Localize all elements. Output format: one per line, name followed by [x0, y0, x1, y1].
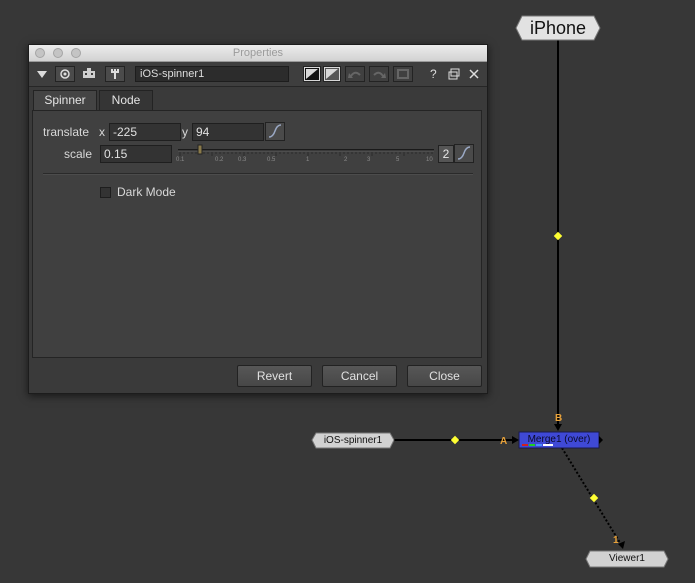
scale-label: scale [64, 147, 93, 161]
pipe-dot[interactable] [450, 435, 460, 445]
scale-input[interactable]: 0.15 [100, 145, 172, 163]
close-icon[interactable] [468, 66, 480, 86]
input-b-label: B [555, 413, 563, 424]
node-iphone[interactable] [515, 15, 601, 41]
node-name-input[interactable]: iOS-spinner1 [135, 66, 289, 82]
title-bar[interactable]: Properties [29, 45, 487, 62]
slider-tick-label: 0.5 [267, 157, 276, 163]
pipe-arrow-viewer [618, 541, 625, 549]
curve-icon[interactable] [265, 122, 285, 141]
triangle-down-icon[interactable] [36, 66, 48, 86]
mask-input-arrow[interactable] [599, 436, 603, 444]
curve-icon[interactable] [454, 144, 474, 163]
color-swatch-icon[interactable] [303, 66, 321, 82]
properties-panel: Properties iOS-spinner1 ? Spinner Node t… [28, 44, 488, 394]
robot-icon[interactable] [81, 66, 97, 86]
help-icon[interactable]: ? [430, 66, 437, 82]
color-swatch-icon[interactable] [323, 66, 341, 82]
translate-label: translate [43, 125, 90, 139]
section-divider [43, 173, 473, 175]
node-viewer[interactable] [585, 550, 669, 568]
translate-y-input[interactable]: 94 [192, 123, 264, 141]
slider-tick-label: 0.2 [215, 157, 224, 163]
merge-channel-green [529, 444, 535, 446]
properties-toolbar: iOS-spinner1 ? [29, 62, 487, 87]
pipe-arrow-a [512, 436, 519, 444]
scale-slider[interactable]: 0.1 0.2 0.3 0.5 1 2 3 5 10 [176, 144, 434, 164]
slider-tick-label: 1 [306, 157, 310, 163]
dark-mode-label[interactable]: Dark Mode [117, 183, 176, 201]
input-a-label: A [500, 436, 508, 447]
dark-mode-checkbox[interactable] [100, 187, 111, 198]
slider-ticks [179, 152, 433, 156]
scale-slider-handle[interactable] [197, 144, 203, 155]
slider-tick-label: 0.1 [176, 157, 185, 163]
pipe-dot[interactable] [553, 231, 563, 241]
reset-icon[interactable] [393, 66, 413, 82]
viewer-input-label: 1 [613, 535, 619, 546]
translate-x-input[interactable]: -225 [109, 123, 181, 141]
tab-spinner[interactable]: Spinner [33, 90, 97, 110]
slider-tick-label: 5 [396, 157, 400, 163]
tab-node[interactable]: Node [99, 90, 153, 110]
window-title: Properties [232, 47, 284, 59]
merge-channel-blue [536, 444, 542, 446]
redo-icon[interactable] [369, 66, 389, 82]
node-ios-spinner[interactable] [311, 432, 395, 449]
close-button[interactable]: Close [407, 365, 482, 387]
circle-dot-icon[interactable] [55, 66, 75, 82]
translate-y-label: y [182, 125, 188, 139]
pipe-arrow-b [554, 424, 562, 431]
cancel-button[interactable]: Cancel [322, 365, 397, 387]
slider-tick-label: 10 [426, 157, 433, 163]
slider-tick-label: 2 [344, 157, 348, 163]
translate-x-label: x [99, 125, 105, 139]
slider-tick-label: 0.3 [238, 157, 247, 163]
wrench-icon[interactable] [105, 66, 125, 82]
undo-icon[interactable] [345, 66, 365, 82]
revert-button[interactable]: Revert [237, 365, 312, 387]
merge-channel-alpha [543, 444, 553, 446]
slider-tick-label: 3 [367, 157, 371, 163]
scale-steps-button[interactable]: 2 [438, 145, 454, 163]
knob-panel: translate x -225 y 94 scale 0.15 0.1 0.2… [32, 110, 482, 358]
float-icon[interactable] [448, 66, 460, 86]
pipe-dot[interactable] [589, 493, 599, 503]
merge-channel-red [522, 444, 528, 446]
